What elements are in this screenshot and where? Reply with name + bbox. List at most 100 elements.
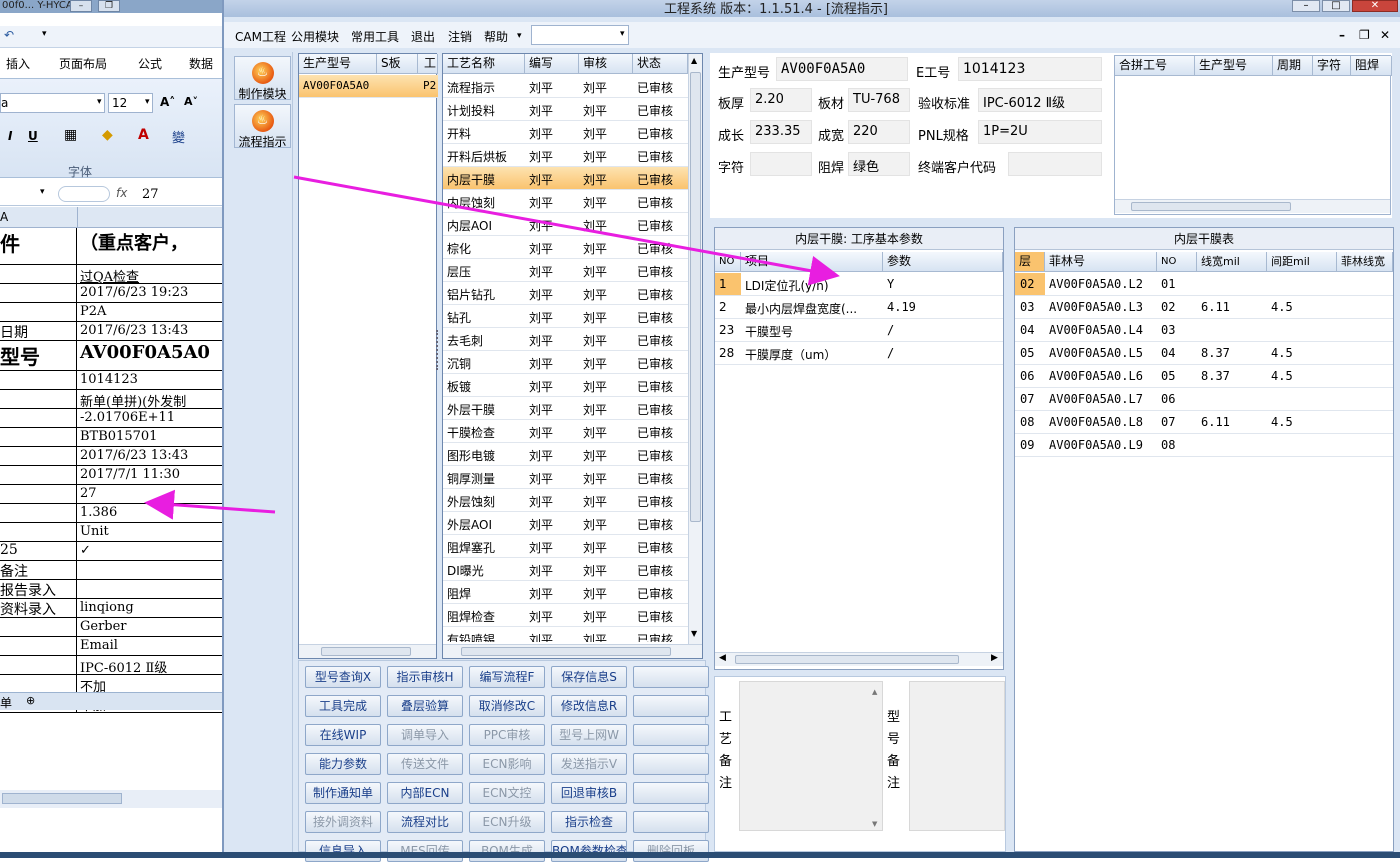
action-button[interactable]: MES回传	[387, 840, 463, 862]
cell-a[interactable]: 25	[0, 542, 77, 560]
action-button[interactable]: 传送文件	[387, 753, 463, 775]
cell-b[interactable]: （重点客户，	[80, 229, 188, 255]
ribbon-tab-insert[interactable]: 插入	[6, 55, 30, 72]
vscroll[interactable]: ▲ ▼	[688, 54, 702, 644]
col-combined-cycle[interactable]: 周期	[1273, 56, 1313, 76]
action-button[interactable]	[633, 695, 709, 717]
table-row[interactable]: 报告录入	[0, 580, 222, 599]
col-model[interactable]: 生产型号	[299, 54, 377, 74]
pnl-field[interactable]: 1P=2U	[978, 120, 1102, 144]
table-row[interactable]: 型号 AV00F0A5A0	[0, 341, 222, 371]
action-button[interactable]	[633, 753, 709, 775]
action-button[interactable]	[633, 724, 709, 746]
cell-a[interactable]: 件	[0, 228, 77, 264]
mdi-restore-icon[interactable]: ❐	[1359, 28, 1370, 42]
font-color-icon[interactable]: A	[138, 127, 149, 143]
col-layer[interactable]: 层	[1015, 252, 1045, 272]
menu-help[interactable]: 帮助	[484, 28, 508, 45]
model-field[interactable]: AV00F0A5A0	[776, 57, 908, 81]
cell-b[interactable]: 2017/7/1 11:30	[80, 467, 180, 482]
action-button[interactable]: 内部ECN	[387, 782, 463, 804]
scroll-thumb[interactable]	[2, 793, 122, 804]
table-row[interactable]: 1 LDI定位孔(y/n) Y	[715, 273, 1003, 296]
shrink-font-icon[interactable]: A˅	[184, 95, 198, 108]
chevron-down-icon[interactable]: ▾	[517, 31, 522, 41]
action-button[interactable]	[633, 782, 709, 804]
italic-icon[interactable]: I	[8, 129, 12, 143]
action-button[interactable]: 取消修改C	[469, 695, 545, 717]
table-row[interactable]: 外层干膜 刘平 刘平 已审核	[443, 397, 688, 420]
col-combined-no[interactable]: 合拼工号	[1115, 56, 1195, 76]
action-button[interactable]: 信息导入	[305, 840, 381, 862]
table-row[interactable]: 计划投料 刘平 刘平 已审核	[443, 98, 688, 121]
border-icon[interactable]: ▦	[64, 127, 77, 143]
font-size-select[interactable]: 12 ▾	[108, 93, 153, 113]
cell-a[interactable]: 日期	[0, 322, 77, 340]
col-spacing[interactable]: 间距mil	[1267, 252, 1337, 272]
tool-make-module[interactable]: ♨ 制作模块	[234, 56, 291, 101]
cell-a[interactable]: 报告录入	[0, 580, 77, 598]
col-auditor[interactable]: 审核	[579, 54, 633, 74]
table-row[interactable]: 棕化 刘平 刘平 已审核	[443, 236, 688, 259]
cell-b[interactable]: Gerber	[80, 619, 127, 634]
action-button[interactable]: PPC审核	[469, 724, 545, 746]
action-button[interactable]: 流程对比	[387, 811, 463, 833]
cell-b[interactable]: 2017/6/23 13:43	[80, 448, 188, 463]
col-film-width[interactable]: 菲林线宽	[1337, 252, 1393, 272]
menu-cam[interactable]: CAM工程	[235, 28, 286, 45]
action-button[interactable]: 型号查询X	[305, 666, 381, 688]
table-row[interactable]: Email	[0, 637, 222, 656]
excel-hscroll[interactable]	[0, 790, 222, 808]
splitter[interactable]	[436, 330, 440, 370]
action-button[interactable]: 工具完成	[305, 695, 381, 717]
customer-field[interactable]	[1008, 152, 1102, 176]
table-row[interactable]: 08 AV00F0A5A0.L8 07 6.11 4.5	[1015, 411, 1393, 434]
cell-a[interactable]	[0, 675, 77, 693]
cell-b[interactable]: P2A	[80, 304, 106, 319]
table-row[interactable]: 铜厚测量 刘平 刘平 已审核	[443, 466, 688, 489]
col-combined-mask[interactable]: 阻焊	[1351, 56, 1392, 76]
cell-b[interactable]: 2017/6/23 13:43	[80, 323, 188, 338]
process-note-field[interactable]: ▲ ▼	[739, 681, 883, 831]
cell-a[interactable]	[0, 466, 77, 484]
hscroll[interactable]	[299, 644, 436, 658]
list-item[interactable]: AV00F0A5A0 P2	[299, 75, 438, 98]
table-row[interactable]: 外层蚀刻 刘平 刘平 已审核	[443, 489, 688, 512]
cell-a[interactable]	[0, 265, 77, 283]
action-button[interactable]: ECN升级	[469, 811, 545, 833]
table-row[interactable]: 内层蚀刻 刘平 刘平 已审核	[443, 190, 688, 213]
action-button[interactable]: 调单导入	[387, 724, 463, 746]
restore-icon[interactable]: ❐	[98, 0, 120, 12]
table-row[interactable]: 新单(单拼)(外发制	[0, 390, 222, 409]
cell-a[interactable]	[0, 485, 77, 503]
cell-a[interactable]: 型号	[0, 341, 77, 370]
underline-icon[interactable]: U	[28, 129, 38, 143]
cell-b[interactable]: ✓	[80, 543, 91, 558]
cell-a[interactable]	[0, 409, 77, 427]
table-row[interactable]: 阻焊塞孔 刘平 刘平 已审核	[443, 535, 688, 558]
table-row[interactable]: 过QA检查	[0, 265, 222, 284]
cell-a[interactable]	[0, 504, 77, 522]
grow-font-icon[interactable]: A˄	[160, 95, 175, 109]
new-sheet-icon[interactable]: ⊕	[26, 694, 35, 707]
action-button[interactable]: 能力参数	[305, 753, 381, 775]
table-row[interactable]: 图形电镀 刘平 刘平 已审核	[443, 443, 688, 466]
table-row[interactable]: 28 干膜厚度（um） /	[715, 342, 1003, 365]
table-row[interactable]: BTB015701	[0, 428, 222, 447]
table-row[interactable]: 备注	[0, 561, 222, 580]
table-row[interactable]: Unit	[0, 523, 222, 542]
table-row[interactable]: 日期 2017/6/23 13:43	[0, 322, 222, 341]
col-line-width[interactable]: 线宽mil	[1197, 252, 1267, 272]
table-row[interactable]: 阻焊检查 刘平 刘平 已审核	[443, 604, 688, 627]
phonetic-icon[interactable]: 變	[172, 127, 185, 146]
table-row[interactable]: 2017/6/23 13:43	[0, 447, 222, 466]
cell-b[interactable]: -2.01706E+11	[80, 410, 175, 425]
namebox-dropdown-icon[interactable]: ▾	[40, 187, 45, 197]
cell-b[interactable]: 过QA检查	[80, 266, 139, 283]
cell-a[interactable]	[0, 618, 77, 636]
action-button[interactable]: 制作通知单	[305, 782, 381, 804]
formula-slider[interactable]	[58, 186, 110, 202]
table-row[interactable]: 2017/7/1 11:30	[0, 466, 222, 485]
table-row[interactable]: 有铅喷锡 刘平 刘平 已审核	[443, 627, 688, 642]
action-button[interactable]	[633, 666, 709, 688]
